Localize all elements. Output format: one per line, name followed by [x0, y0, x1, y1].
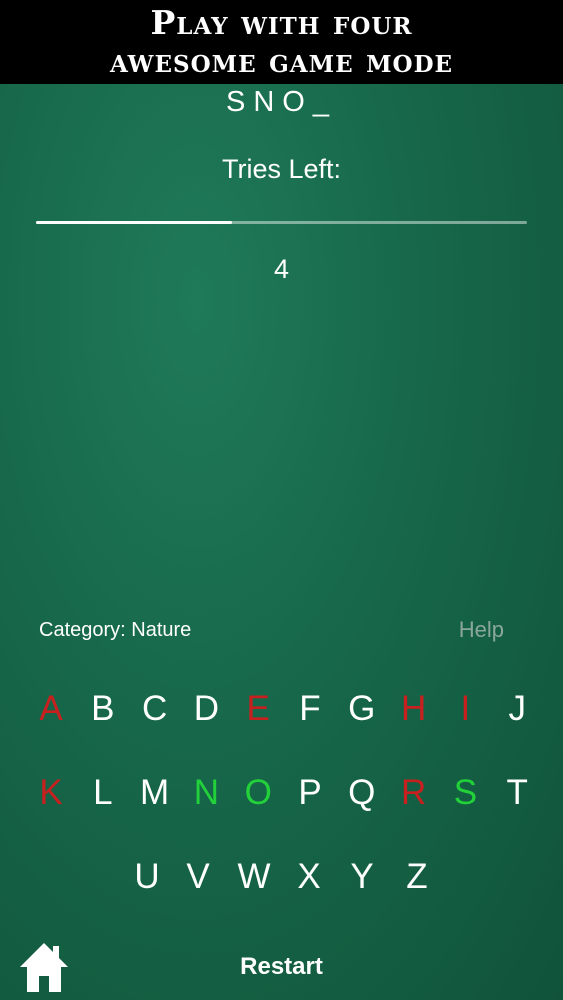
key-o[interactable]: O [238, 773, 278, 813]
key-t[interactable]: T [497, 773, 537, 813]
key-b[interactable]: B [83, 689, 123, 729]
tries-progress-bar [36, 221, 527, 224]
key-h[interactable]: H [394, 689, 434, 729]
key-g[interactable]: G [342, 689, 382, 729]
key-p[interactable]: P [290, 773, 330, 813]
promo-banner: Play with four awesome game mode [0, 0, 563, 84]
key-e[interactable]: E [238, 689, 278, 729]
tries-left-count: 4 [273, 254, 290, 284]
banner-line-1: Play with four [150, 3, 413, 42]
letter-keyboard: ABCDEFGHIJ KLMNOPQRST UVWXYZ [0, 0, 563, 1000]
key-x[interactable]: X [289, 857, 329, 897]
key-r[interactable]: R [394, 773, 434, 813]
key-u[interactable]: U [127, 857, 167, 897]
banner-line-2: awesome game mode [109, 41, 454, 80]
restart-button[interactable]: Restart [0, 953, 563, 981]
key-q[interactable]: Q [342, 773, 382, 813]
key-m[interactable]: M [135, 773, 175, 813]
key-w[interactable]: W [234, 857, 274, 897]
key-l[interactable]: L [83, 773, 123, 813]
key-y[interactable]: Y [342, 857, 382, 897]
key-j[interactable]: J [497, 689, 537, 729]
key-i[interactable]: I [445, 689, 485, 729]
key-v[interactable]: V [178, 857, 218, 897]
key-a[interactable]: A [31, 689, 71, 729]
help-button[interactable]: Help [459, 617, 504, 643]
key-k[interactable]: K [31, 773, 71, 813]
key-c[interactable]: C [135, 689, 175, 729]
word-display: SNO_ [226, 86, 337, 118]
key-n[interactable]: N [186, 773, 226, 813]
key-z[interactable]: Z [397, 857, 437, 897]
key-d[interactable]: D [186, 689, 226, 729]
tries-left-label: Tries Left: [221, 154, 342, 184]
category-label: Category: Nature [39, 619, 192, 641]
tries-progress-fill [36, 221, 233, 224]
key-f[interactable]: F [290, 689, 330, 729]
key-s[interactable]: S [445, 773, 485, 813]
